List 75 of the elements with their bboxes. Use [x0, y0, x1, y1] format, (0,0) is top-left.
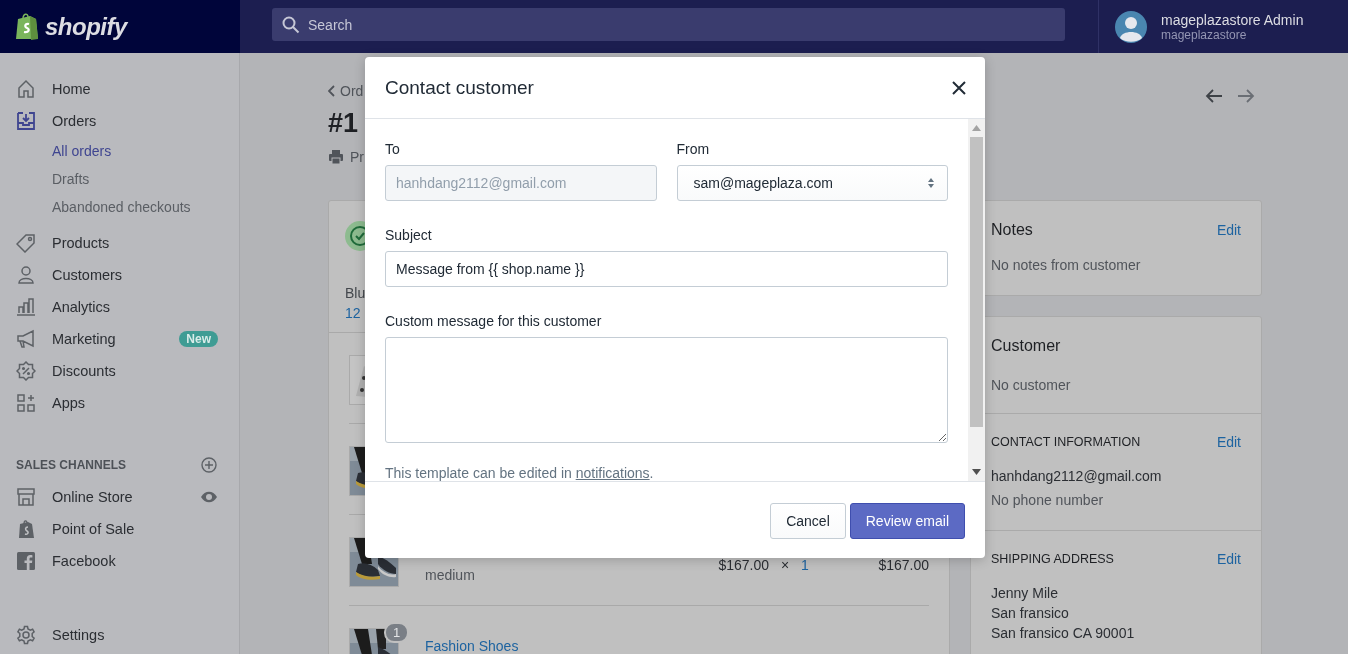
apps-icon [16, 393, 36, 413]
bar-chart-icon [16, 297, 36, 317]
discount-icon [16, 361, 36, 381]
home-icon [16, 79, 36, 99]
field-label: To [385, 141, 401, 159]
dialog-title: Contact customer [385, 76, 534, 99]
search-field[interactable]: Search [272, 8, 1065, 41]
shopping-bag-icon [16, 519, 36, 539]
nav-item[interactable]: Facebook [16, 545, 223, 577]
quantity-badge: 1 [384, 622, 410, 643]
phone-text: No phone number [991, 491, 1105, 510]
nav-item[interactable]: Online Store [16, 481, 223, 513]
customer-text: No customer [991, 377, 1072, 393]
printer-icon [328, 149, 344, 165]
address-line: Jenny Mile [991, 584, 1059, 603]
line-total: $167.00 [877, 557, 929, 575]
address-line: San fransico [991, 604, 1070, 623]
address-line: San fransico CA 90001 [991, 624, 1136, 643]
avatar-icon[interactable] [1115, 10, 1147, 43]
section-heading: SALES CHANNELS [16, 458, 126, 472]
search-icon [282, 15, 300, 34]
section-heading: CONTACT INFORMATION [991, 435, 1141, 449]
logo[interactable]: shopify [45, 12, 127, 41]
nav-item[interactable]: Marketing New [16, 323, 223, 355]
chevron-left-icon[interactable] [328, 85, 336, 97]
subject-field[interactable]: Message from {{ shop.name }} [385, 251, 948, 287]
field-label: Custom message for this customer [385, 313, 603, 331]
close-button[interactable] [951, 79, 967, 96]
message-field[interactable] [385, 337, 948, 443]
product-link[interactable]: Fashion Shoes [425, 638, 725, 654]
person-icon [16, 265, 36, 285]
nav-item[interactable]: Point of Sale [16, 513, 223, 545]
times-sign: × [779, 557, 791, 575]
scroll-up-icon[interactable] [972, 125, 981, 131]
field-label: Subject [385, 227, 433, 245]
review-email-button[interactable]: Review email [849, 502, 965, 539]
cancel-button[interactable]: Cancel [770, 502, 846, 539]
storefront-icon [16, 487, 36, 507]
facebook-icon [16, 551, 36, 571]
nav-item[interactable]: Analytics [16, 291, 223, 323]
field-label: From [676, 141, 711, 159]
store-name: mageplazastore [1161, 27, 1247, 42]
help-text: This template can be edited in notifications. [385, 465, 655, 481]
nav-item[interactable]: Customers [16, 259, 223, 291]
nav-item[interactable]: Home [16, 73, 223, 105]
breadcrumb-link[interactable]: Ord [340, 83, 364, 99]
unit-price: $167.00 [717, 557, 769, 575]
section-heading: SHIPPING ADDRESS [991, 552, 1114, 566]
tag-icon [16, 233, 36, 253]
from-select[interactable]: sam@mageplaza.com [676, 165, 948, 201]
notifications-link[interactable]: notifications [575, 465, 650, 481]
card-title: Customer [991, 337, 1062, 355]
inbox-icon [16, 111, 36, 131]
account-name: mageplazastore Admin [1161, 11, 1304, 28]
sort-arrows-icon [927, 177, 935, 189]
email-link[interactable]: hanhdang2112@gmail.com [991, 466, 1241, 486]
variant-text: medium [425, 567, 476, 583]
shopping-bag-icon [15, 12, 39, 41]
settings-icon [16, 625, 36, 645]
page-title: #1 [328, 108, 360, 139]
fulfillment-text: Blu [345, 284, 366, 303]
scroll-down-icon[interactable] [972, 469, 981, 475]
print-link[interactable]: Pr [350, 149, 364, 165]
megaphone-icon [16, 329, 36, 349]
nav-item[interactable]: Discounts [16, 355, 223, 387]
add-icon[interactable] [201, 457, 217, 473]
nav-item[interactable]: Settings [16, 619, 223, 651]
notes-text: No notes from customer [991, 257, 1142, 273]
nav-item[interactable]: Apps [16, 387, 223, 419]
nav-item[interactable]: Orders [16, 105, 223, 137]
nav-subitem[interactable]: All orders [16, 137, 223, 165]
tracking-link[interactable]: 12 [345, 303, 361, 323]
card-title: Notes [991, 221, 1033, 239]
nav-item[interactable]: Products [16, 227, 223, 259]
new-badge: New [179, 331, 218, 347]
